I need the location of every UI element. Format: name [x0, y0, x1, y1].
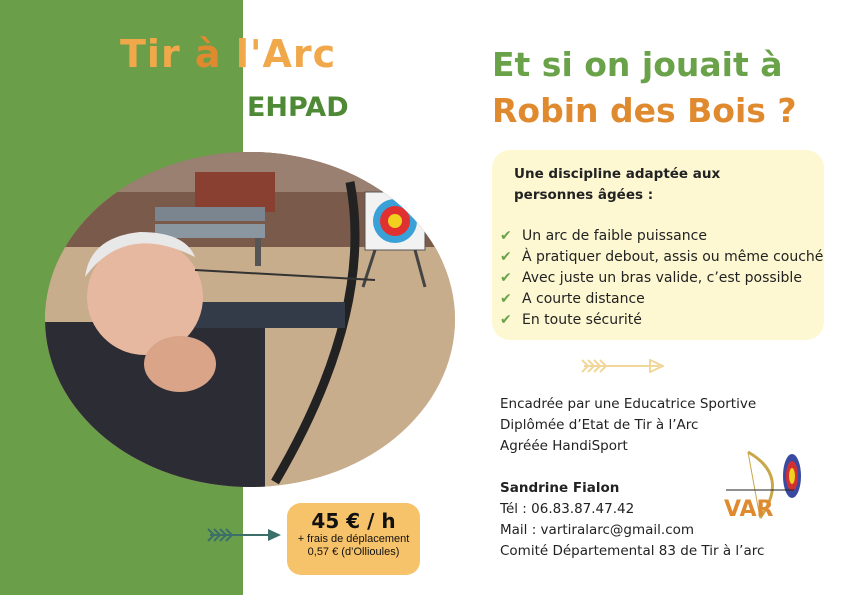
price-travel-rate: 0,57 € (d’Ollioules) — [307, 546, 400, 558]
list-item-label: A courte distance — [522, 291, 645, 307]
headline-line-1: Et si on jouait à — [492, 45, 783, 84]
feature-list: ✔ Un arc de faible puissance ✔ À pratiquer… — [500, 226, 823, 331]
sub-title: en EHPAD — [200, 92, 349, 123]
title-word-a: à — [194, 32, 222, 76]
price-main: 45 € / h — [311, 509, 396, 533]
title-word-arc: l'Arc — [235, 32, 337, 76]
check-icon: ✔ — [500, 312, 512, 328]
list-item: ✔ A courte distance — [500, 289, 823, 310]
check-icon: ✔ — [500, 270, 512, 286]
list-item: ✔ En toute sécurité — [500, 310, 823, 331]
list-item: ✔ Un arc de faible puissance — [500, 226, 823, 247]
info-box: Une discipline adaptée aux personnes âgé… — [492, 150, 824, 340]
sub-title-en: en — [200, 92, 238, 123]
check-icon: ✔ — [500, 228, 512, 244]
arrow-right-icon — [581, 359, 664, 373]
info-title: Une discipline adaptée aux personnes âgé… — [514, 166, 721, 203]
price-travel-fee: + frais de déplacement — [297, 533, 410, 545]
title-word-tir: Tir — [120, 32, 181, 76]
list-item: ✔ Avec juste un bras valide, c’est possib… — [500, 268, 823, 289]
contact-line-1: Encadrée par une Educatrice Sportive — [500, 396, 757, 412]
main-title: Tir à l'Arc — [120, 32, 336, 76]
price-badge: 45 € / h + frais de déplacement 0,57 € (… — [287, 503, 420, 575]
list-item-label: Avec juste un bras valide, c’est possibl… — [522, 270, 802, 286]
list-item: ✔ À pratiquer debout, assis ou même couch… — [500, 247, 823, 268]
var-archery-logo: VAR — [724, 450, 801, 522]
contact-committee: Comité Départemental 83 de Tir à l’arc — [500, 543, 765, 559]
list-item-label: En toute sécurité — [522, 312, 642, 328]
headline-line-2: Robin des Bois ? — [492, 91, 797, 130]
logo-text: VAR — [724, 497, 774, 522]
headline: Et si on jouait à Robin des Bois ? — [492, 42, 797, 134]
contact-line-2: Diplômée d’Etat de Tir à l’Arc — [500, 417, 699, 433]
check-icon: ✔ — [500, 249, 512, 265]
check-icon: ✔ — [500, 291, 512, 307]
arrow-right-icon — [207, 528, 281, 542]
archer-photo — [45, 152, 455, 487]
list-item-label: À pratiquer debout, assis ou même couché — [522, 249, 824, 265]
list-item-label: Un arc de faible puissance — [522, 228, 707, 244]
sub-title-ehpad: EHPAD — [246, 92, 349, 123]
